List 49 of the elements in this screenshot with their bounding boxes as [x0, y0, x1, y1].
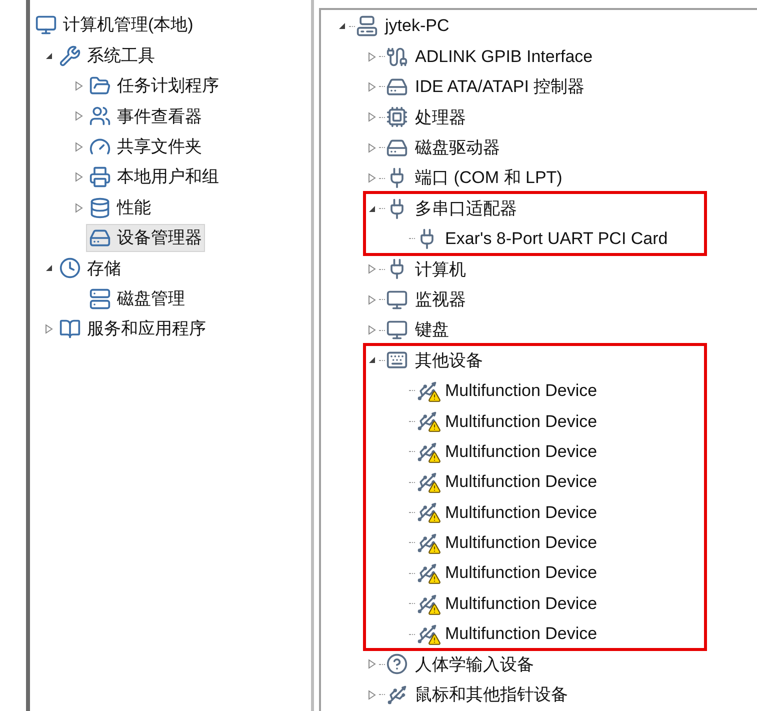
computer-icon: [35, 14, 57, 36]
clock-icon: [59, 257, 81, 280]
tree-item[interactable]: 系统工具: [56, 42, 158, 70]
tree-item[interactable]: 磁盘管理: [86, 284, 188, 313]
device-label[interactable]: 处理器: [415, 104, 466, 130]
users-icon: [89, 105, 111, 128]
device-label[interactable]: ADLINK GPIB Interface: [415, 44, 593, 70]
device-label[interactable]: IDE ATA/ATAPI 控制器: [415, 74, 585, 100]
device-label[interactable]: Multifunction Device: [445, 590, 598, 616]
device-label[interactable]: Multifunction Device: [445, 469, 598, 495]
keyboard-icon: [386, 349, 408, 372]
device-label[interactable]: Exar's 8-Port UART PCI Card: [445, 226, 668, 252]
tree-item[interactable]: 服务和应用程序: [56, 315, 209, 344]
folder-icon: [89, 74, 111, 97]
computer-icon: [356, 15, 378, 38]
device-label[interactable]: Multifunction Device: [445, 378, 598, 404]
device-label[interactable]: 其他设备: [415, 348, 483, 374]
tree-item[interactable]: 存储: [56, 254, 124, 282]
device-label[interactable]: 监视器: [415, 286, 466, 312]
device-label[interactable]: jytek-PC: [385, 13, 450, 39]
device-label[interactable]: 磁盘驱动器: [415, 135, 500, 160]
device-label[interactable]: 计算机: [415, 256, 466, 282]
device-label[interactable]: 人体学输入设备: [415, 652, 534, 678]
device-label[interactable]: 键盘: [415, 317, 449, 343]
device-label[interactable]: 多串口适配器: [415, 196, 517, 222]
tools-icon: [59, 44, 81, 67]
device-label[interactable]: 端口 (COM 和 LPT): [415, 165, 562, 191]
tree-item[interactable]: 计算机管理(本地): [32, 11, 196, 40]
cable-icon: [386, 46, 408, 68]
server-icon: [89, 288, 111, 310]
tree-item[interactable]: 共享文件夹: [86, 132, 205, 161]
help-icon: [386, 653, 408, 676]
device-label[interactable]: Multifunction Device: [445, 530, 598, 556]
storage-icon: [89, 196, 111, 219]
tree-item[interactable]: 性能: [86, 194, 154, 222]
tree-item[interactable]: 事件查看器: [86, 102, 205, 130]
book-icon: [59, 318, 81, 340]
device-label[interactable]: Multifunction Device: [445, 500, 598, 526]
tree-item[interactable]: 设备管理器: [86, 224, 205, 252]
device-label[interactable]: 鼠标和其他指针设备: [415, 682, 568, 708]
tree-item[interactable]: 任务计划程序: [86, 72, 222, 100]
monitor-icon: [386, 319, 408, 342]
device-label[interactable]: Multifunction Device: [445, 438, 598, 464]
monitor-icon: [386, 288, 408, 311]
chip-icon: [386, 106, 408, 128]
device-label[interactable]: Multifunction Device: [445, 560, 598, 586]
device-label[interactable]: Multifunction Device: [445, 621, 598, 647]
tree-item[interactable]: 本地用户和组: [86, 163, 222, 192]
device-label[interactable]: Multifunction Device: [445, 408, 598, 434]
